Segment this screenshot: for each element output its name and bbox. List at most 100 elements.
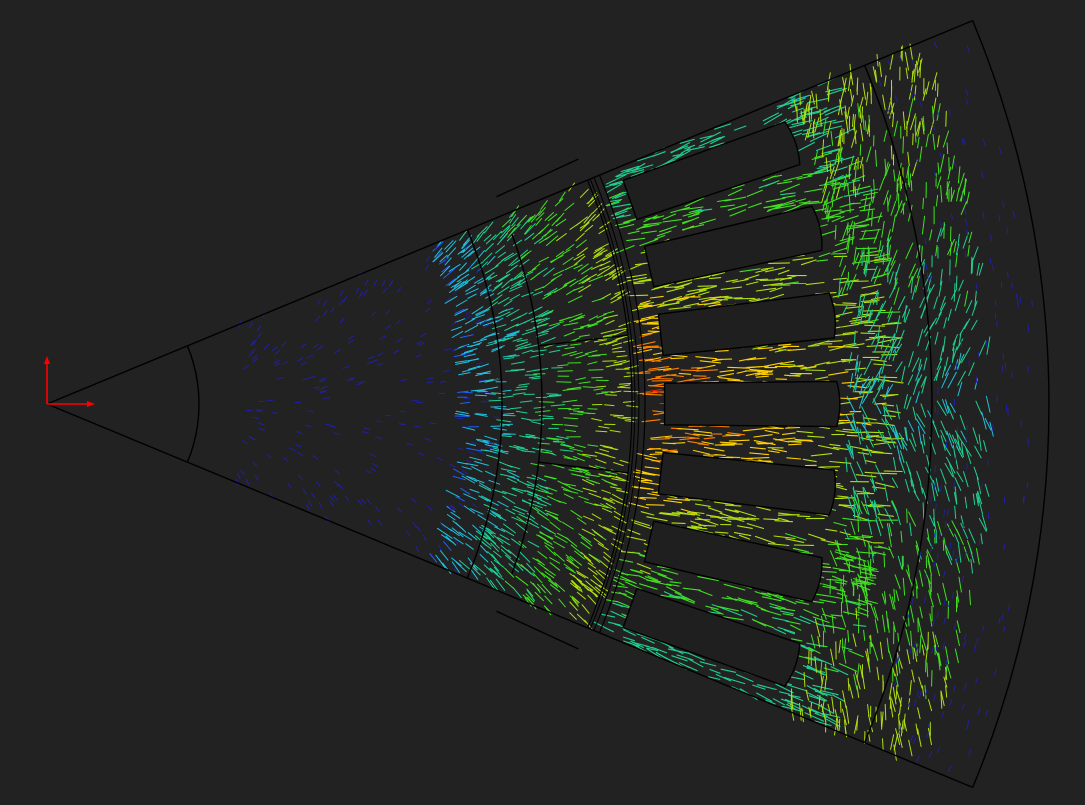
flux-vector <box>546 393 559 395</box>
flux-vector <box>937 83 939 97</box>
flux-vector <box>955 275 958 289</box>
flux-vector <box>808 110 811 124</box>
flux-vector <box>605 394 618 396</box>
flux-vector <box>827 85 829 101</box>
flux-vector <box>945 110 947 127</box>
flux-vector <box>645 345 659 348</box>
flux-vector <box>785 426 801 429</box>
flux-vector <box>627 294 649 297</box>
flux-vector <box>728 439 750 442</box>
flux-vector <box>438 392 446 395</box>
flux-vector <box>884 703 887 721</box>
flux-vector <box>1026 482 1028 490</box>
flux-vector <box>879 376 898 379</box>
flux-vector <box>859 144 862 156</box>
flux-vector <box>307 410 314 412</box>
flux-vector <box>724 297 743 299</box>
flux-vector <box>882 252 885 265</box>
flux-vector <box>694 518 711 521</box>
flux-vector <box>697 285 718 287</box>
flux-vector <box>665 449 678 452</box>
flux-vector <box>645 504 665 506</box>
flux-vector <box>680 369 700 372</box>
flux-vector <box>623 390 639 393</box>
flux-vector <box>879 394 899 396</box>
flux-vector <box>858 594 860 612</box>
flux-vector <box>902 203 905 215</box>
flux-vector <box>789 441 802 443</box>
flux-vector <box>796 515 811 518</box>
flux-vector <box>671 522 686 524</box>
flux-vector <box>492 416 500 418</box>
flux-vector <box>591 376 603 379</box>
flux-vector <box>855 607 858 620</box>
flux-vector <box>883 470 903 473</box>
flux-vector <box>805 369 826 372</box>
flux-vector <box>775 277 792 280</box>
flux-vector <box>757 370 773 373</box>
flux-vector <box>810 107 813 120</box>
flux-vector <box>1027 324 1029 332</box>
flux-vector <box>862 163 864 182</box>
flux-vector <box>912 646 914 660</box>
flux-vector <box>651 377 674 380</box>
flux-vector <box>582 386 595 388</box>
flux-vector <box>868 124 870 137</box>
flux-vector <box>994 312 997 320</box>
flux-vector <box>880 472 898 475</box>
flux-vector <box>796 105 798 123</box>
flux-vector <box>846 434 858 437</box>
flux-vector <box>488 399 504 402</box>
stator-slot <box>663 380 841 428</box>
flux-vector <box>946 142 949 155</box>
flux-vector <box>755 278 769 281</box>
flux-vector <box>548 394 562 396</box>
flux-vector <box>842 302 857 305</box>
flux-vector <box>873 179 875 191</box>
flux-vector <box>761 373 774 376</box>
flux-vector <box>914 116 917 132</box>
flux-vector <box>483 391 491 393</box>
flux-vector <box>996 320 998 328</box>
flux-vector <box>841 586 844 604</box>
flux-vector <box>877 311 901 314</box>
flux-vector <box>850 280 869 283</box>
flux-vector <box>613 415 624 417</box>
flux-vector <box>847 677 850 691</box>
flux-vector <box>670 357 685 360</box>
flux-vector <box>788 443 802 446</box>
flux-vector <box>910 180 913 192</box>
flux-vector <box>840 701 842 713</box>
flux-vector <box>474 389 486 392</box>
flux-vector <box>900 46 902 60</box>
fea-viewport[interactable] <box>0 0 1085 805</box>
flux-vector <box>602 360 617 362</box>
flux-vector <box>648 360 662 362</box>
flux-vector <box>902 136 904 154</box>
flux-vector <box>474 394 488 397</box>
flux-vector <box>556 381 572 383</box>
flux-vector <box>768 262 791 264</box>
flux-vector <box>838 718 841 731</box>
flux-vector <box>844 537 862 540</box>
flux-vector <box>953 482 955 490</box>
flux-vector <box>922 197 924 210</box>
flux-vector <box>857 514 859 532</box>
flux-vector <box>883 551 886 568</box>
flux-vector <box>640 497 657 499</box>
flux-vector <box>906 508 908 524</box>
flux-vector <box>684 498 703 501</box>
flux-vector <box>862 309 886 312</box>
flux-vector <box>573 410 584 413</box>
flux-vector <box>934 483 936 490</box>
flux-vector <box>854 186 857 198</box>
flux-vector <box>882 738 884 751</box>
flux-vector <box>970 256 973 275</box>
flux-vector <box>832 176 834 188</box>
flux-vector <box>256 409 264 411</box>
flux-vector <box>633 282 645 285</box>
flux-vector <box>880 711 883 728</box>
flux-vector <box>870 188 873 202</box>
flux-vector <box>971 258 974 274</box>
flux-vector <box>714 350 729 352</box>
